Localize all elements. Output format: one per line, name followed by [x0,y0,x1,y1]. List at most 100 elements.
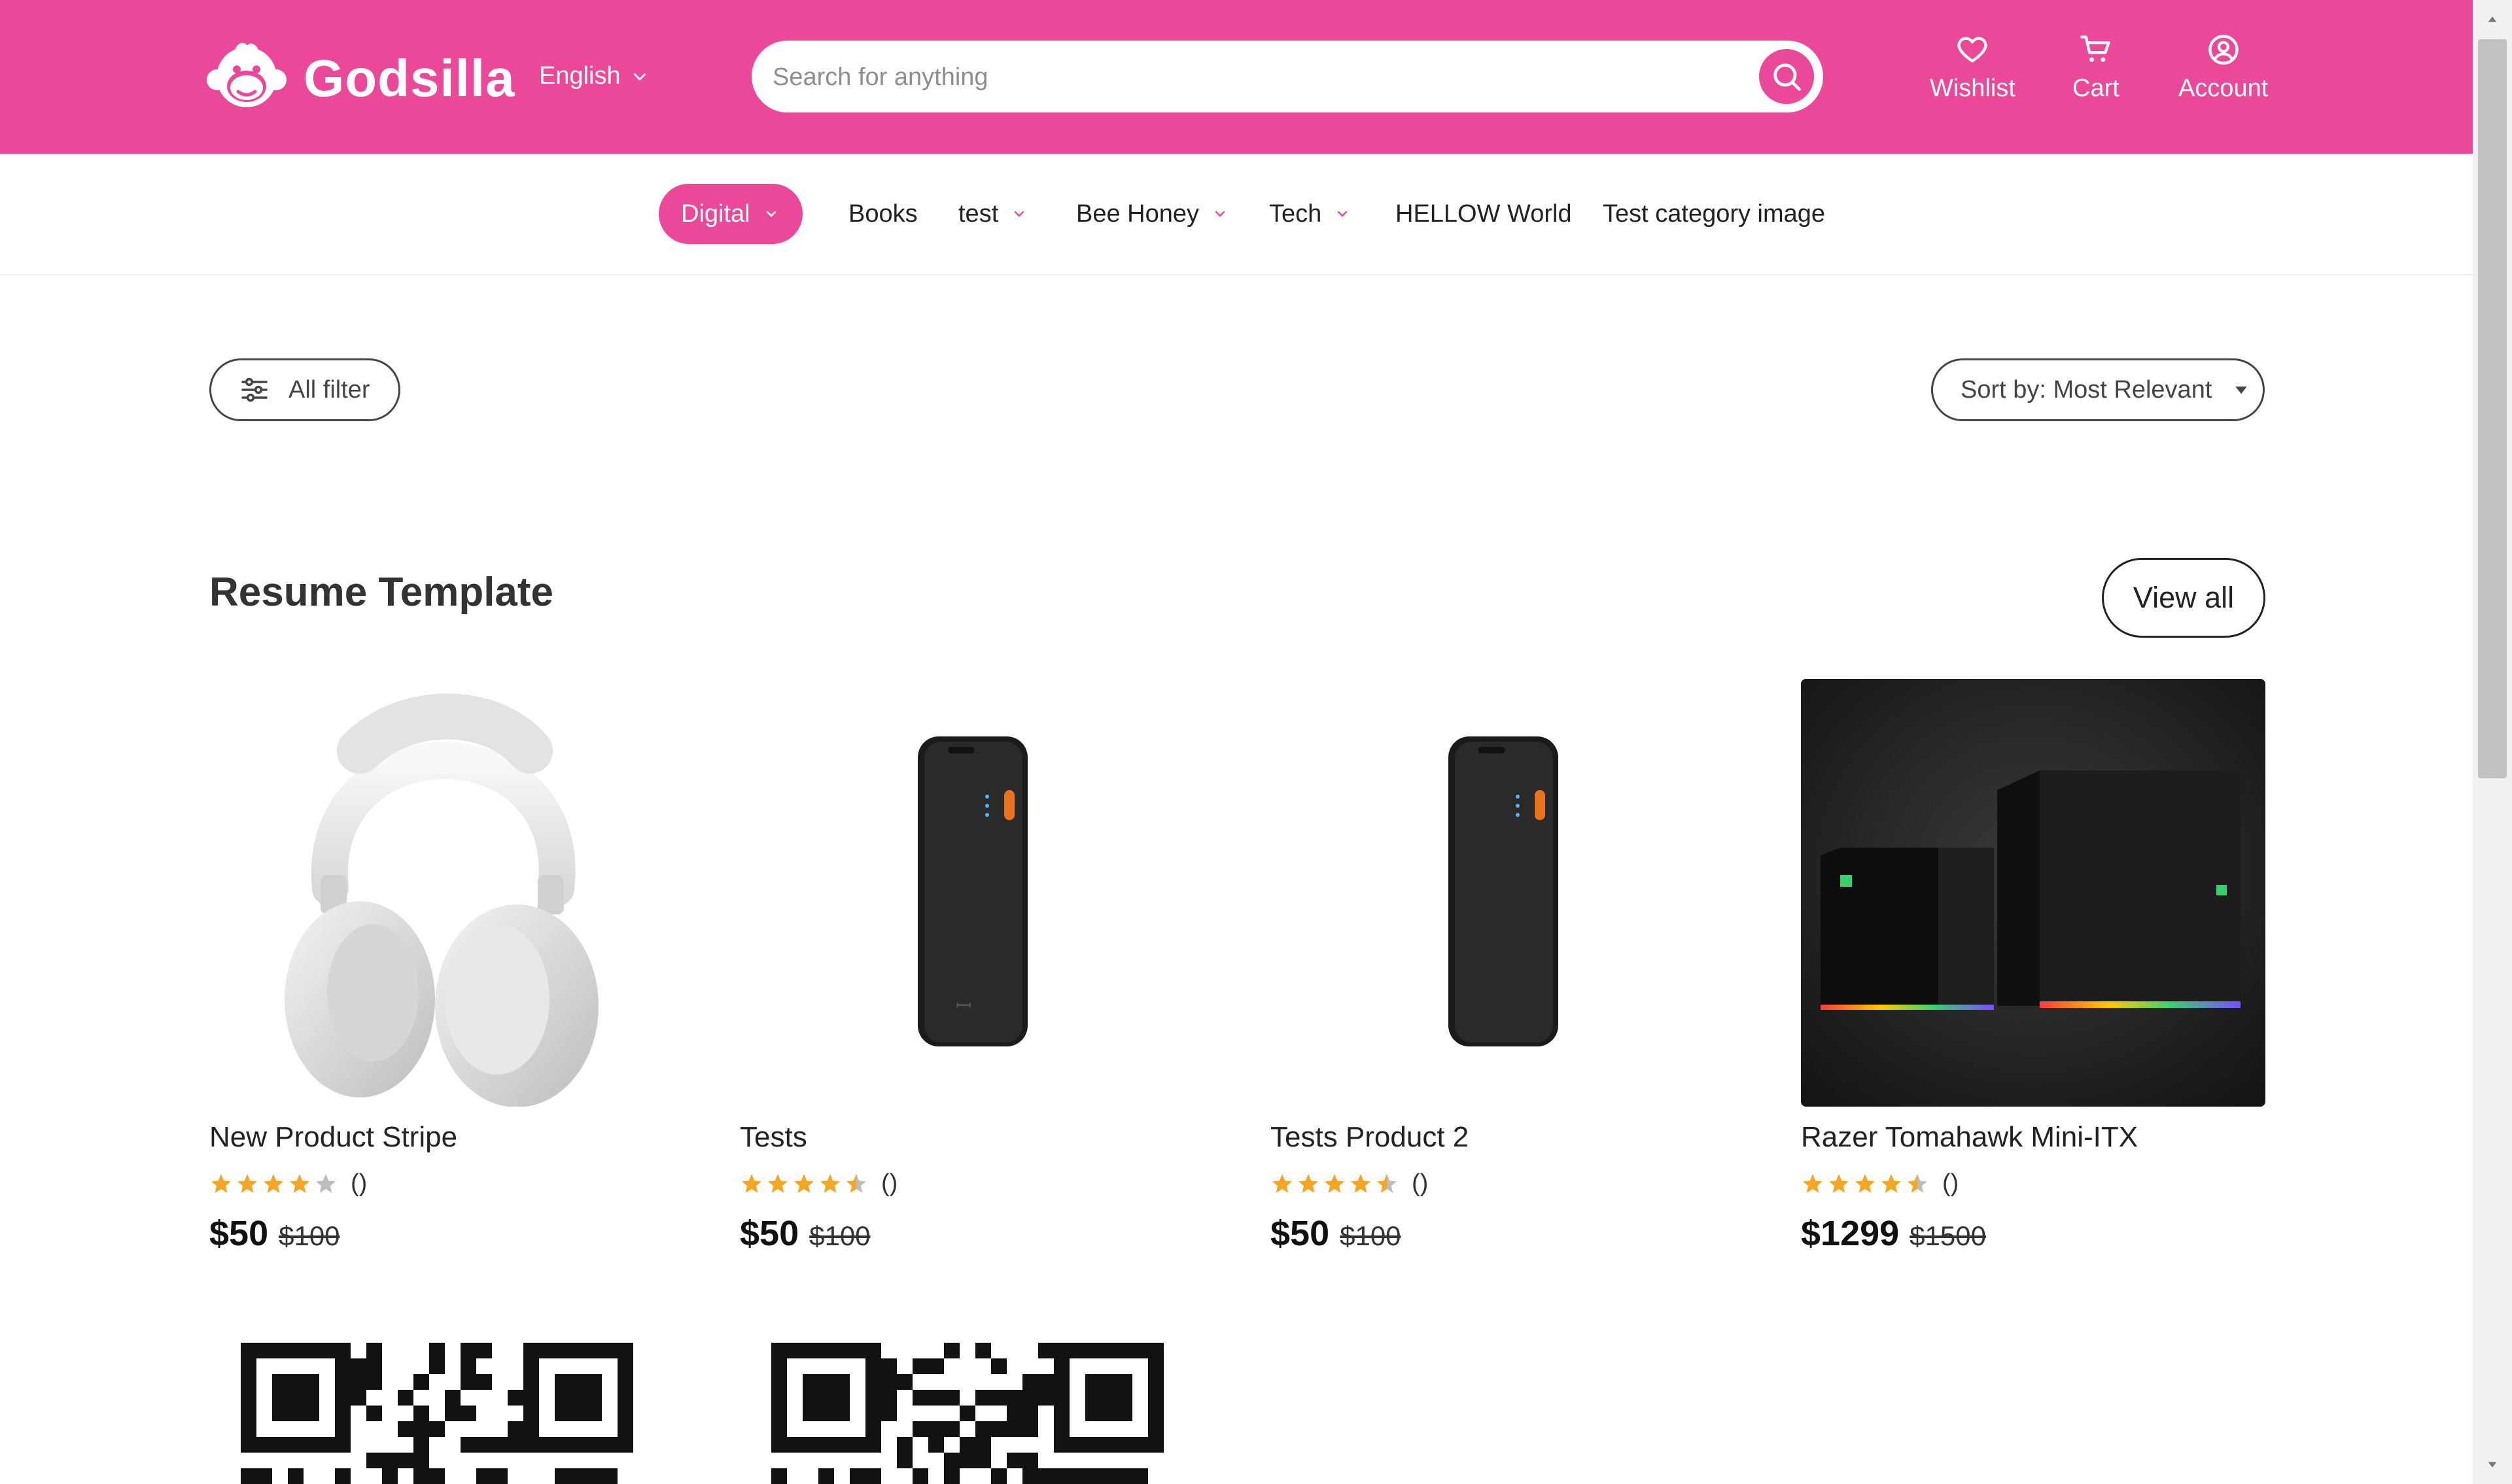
category-digital[interactable]: Digital [659,184,803,244]
headphones-image [285,693,599,1107]
qr-code-image [771,1343,1164,1484]
star-icon [211,1173,231,1193]
section-title: Resume Template [209,570,554,615]
brand-logo[interactable]: Godsilla [204,39,515,118]
category-label: Digital [681,199,750,228]
caret-up-icon [2488,16,2497,22]
product-title: Razer Tomahawk Mini-ITX [1801,1121,2138,1153]
product-rating: () [1801,1169,2265,1198]
star-icon [1377,1173,1397,1193]
star-icon [768,1173,788,1193]
category-test[interactable]: test [958,184,1027,244]
cart-label: Cart [2072,75,2120,102]
chevron-down-icon [766,211,776,217]
category-label: Books [848,199,918,228]
search-icon [1773,63,1801,91]
star-icon [290,1173,309,1193]
star-icon [237,1173,257,1193]
star-icon [1829,1173,1849,1193]
category-label: test [958,199,999,228]
account-label: Account [2178,75,2269,102]
original-price: $1500 [1910,1220,1986,1251]
account-link[interactable]: Account [2178,33,2268,103]
product-image [1270,679,1735,1107]
search-input[interactable] [771,41,1722,114]
qr-code-image [241,1343,633,1484]
category-label: Tech [1269,199,1322,228]
qr-code-icon[interactable] [241,1343,641,1484]
original-price: $100 [1340,1220,1401,1251]
svg-text:ꟷ: ꟷ [956,995,971,1018]
wishlist-label: Wishlist [1930,75,2015,102]
original-price: $100 [809,1220,871,1251]
category-books[interactable]: Books [848,184,918,244]
scroll-down-arrow[interactable] [2473,1445,2512,1484]
rating-count: () [351,1169,368,1197]
power-bank-image [1448,736,1558,1046]
brand-name: Godsilla [304,49,515,107]
search-button[interactable] [1759,49,1814,104]
product-price: $50 $100 [740,1213,1204,1254]
star-icon [1299,1173,1318,1193]
category-hellow-world[interactable]: HELLOW World [1395,184,1572,244]
product-image: ꟷ [740,679,1204,1107]
monkey-logo-icon [207,43,287,107]
star-icon [316,1173,336,1193]
pc-cases-image [1801,679,2265,1107]
star-icon [1881,1173,1901,1193]
sort-dropdown[interactable]: Sort by: Most Relevant [1931,358,2265,421]
cart-link[interactable]: Cart [2072,33,2120,103]
chevron-down-icon [1338,211,1348,217]
view-all-button[interactable]: View all [2102,558,2265,638]
category-label: Bee Honey [1076,199,1200,228]
product-price: $50 $100 [209,1213,674,1254]
power-bank-image: ꟷ [918,736,1028,1046]
scroll-up-arrow[interactable] [2473,0,2512,39]
caret-down-icon [2235,387,2248,394]
top-header: Godsilla English Wishlist Cart Account [0,0,2473,154]
sliders-icon [241,377,268,402]
product-image [1801,679,2265,1107]
qr-code-icon[interactable] [771,1343,1172,1484]
current-price: $50 [1270,1214,1330,1253]
cart-icon [2080,35,2110,62]
star-icon [1272,1173,1292,1193]
product-card[interactable]: Tests Product 2 () $50 $100 [1270,679,1735,1254]
search-bar [752,41,1823,114]
all-filter-button[interactable]: All filter [209,358,400,421]
heart-icon [1957,37,1988,63]
product-image [209,679,674,1107]
user-circle-icon [2208,35,2239,65]
product-title: New Product Stripe [209,1121,458,1153]
product-card[interactable]: New Product Stripe () $50 $100 [209,679,674,1254]
star-icon [1855,1173,1875,1193]
category-label: HELLOW World [1395,199,1572,228]
category-nav: Digital Books test Bee Honey Tech HELLOW… [0,154,2473,275]
scrollbar[interactable] [2473,0,2512,1484]
category-bee-honey[interactable]: Bee Honey [1076,184,1228,244]
star-icon [1803,1173,1823,1193]
product-rating: () [740,1169,1204,1198]
category-test-category-image[interactable]: Test category image [1603,184,1825,244]
star-icon [264,1173,283,1193]
language-selector[interactable]: English [539,62,648,90]
sort-label: Sort by: Most Relevant [1961,375,2212,404]
scroll-thumb[interactable] [2478,39,2507,778]
filter-label: All filter [288,375,370,404]
star-icon [820,1173,840,1193]
category-label: Test category image [1603,199,1826,228]
product-card[interactable]: Razer Tomahawk Mini-ITX () $1299 $1500 [1801,679,2265,1254]
category-tech[interactable]: Tech [1269,184,1350,244]
current-price: $1299 [1801,1214,1900,1253]
product-title: Tests [740,1121,807,1153]
product-rating: () [209,1169,674,1198]
original-price: $100 [279,1220,340,1251]
rating-count: () [1412,1169,1429,1197]
rating-count: () [1942,1169,1959,1197]
wishlist-link[interactable]: Wishlist [1930,33,2015,103]
page: Godsilla English Wishlist Cart Account [0,0,2473,1484]
product-card[interactable]: ꟷ Tests () $50 $100 [740,679,1204,1254]
language-label: English [539,62,621,90]
chevron-down-icon [633,73,646,80]
current-price: $50 [209,1214,269,1253]
